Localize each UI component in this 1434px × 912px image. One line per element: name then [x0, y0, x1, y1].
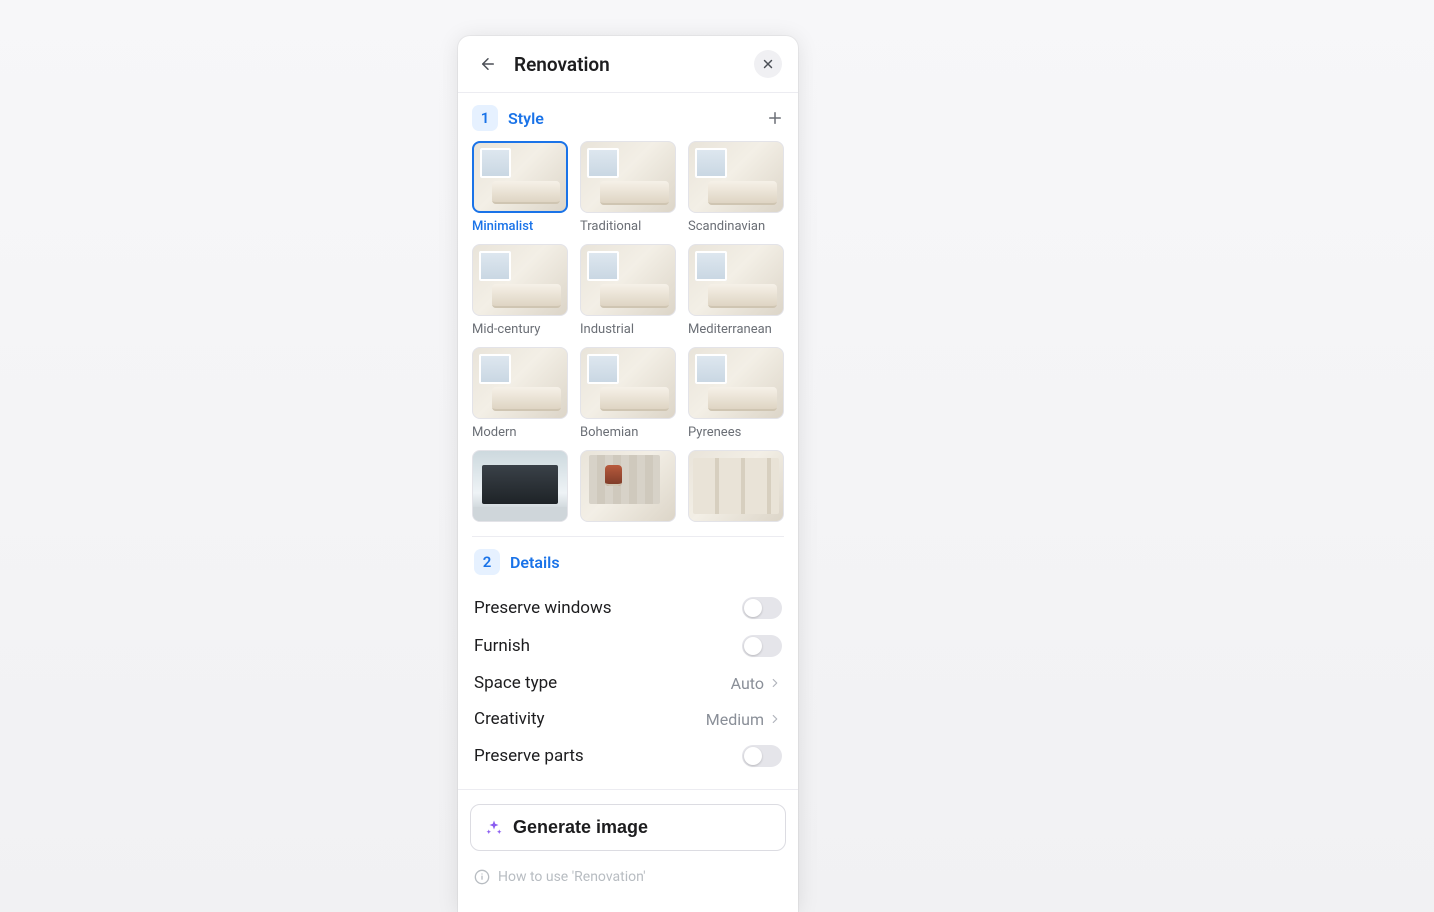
style-label: Modern: [472, 425, 568, 440]
preserve-parts-row: Preserve parts: [474, 737, 782, 775]
space-type-row: Space type Auto: [474, 665, 782, 701]
style-section: 1 Style Minimalist Traditional Scandinavia…: [458, 93, 798, 543]
style-card-pyrenees[interactable]: Pyrenees: [688, 347, 784, 440]
style-thumbnail: [688, 450, 784, 522]
style-thumbnail: [580, 450, 676, 522]
details-section-title: Details: [510, 553, 560, 572]
renovation-panel: Renovation 1 Style Minimalist Traditional…: [458, 36, 798, 912]
style-card-mediterranean[interactable]: Mediterranean: [688, 244, 784, 337]
how-to-use-label: How to use 'Renovation': [498, 869, 646, 885]
panel-header: Renovation: [458, 36, 798, 93]
style-thumbnail: [688, 347, 784, 419]
style-label: Pyrenees: [688, 425, 784, 440]
plus-icon: [766, 109, 784, 127]
furnish-toggle[interactable]: [742, 635, 782, 657]
style-label: Mediterranean: [688, 322, 784, 337]
style-thumbnail: [580, 347, 676, 419]
add-style-button[interactable]: [766, 109, 784, 127]
how-to-use-hint[interactable]: How to use 'Renovation': [458, 859, 798, 885]
style-card-modern[interactable]: Modern: [472, 347, 568, 440]
style-card-bohemian[interactable]: Bohemian: [580, 347, 676, 440]
space-type-value: Auto: [731, 674, 764, 693]
style-card-industrial[interactable]: Industrial: [580, 244, 676, 337]
panel-title: Renovation: [514, 53, 610, 76]
style-card-item-10[interactable]: [580, 450, 676, 528]
details-section: 2 Details Preserve windows Furnish Space…: [458, 543, 798, 790]
close-button[interactable]: [754, 50, 782, 78]
style-label: Mid-century: [472, 322, 568, 337]
style-grid: Minimalist Traditional Scandinavian Mid-cen…: [472, 141, 784, 537]
info-icon: [474, 869, 490, 885]
style-label: Bohemian: [580, 425, 676, 440]
style-card-traditional[interactable]: Traditional: [580, 141, 676, 234]
sparkle-icon: [485, 819, 503, 837]
style-card-item-9[interactable]: [472, 450, 568, 528]
creativity-label: Creativity: [474, 709, 545, 729]
style-thumbnail: [580, 244, 676, 316]
generate-image-button[interactable]: Generate image: [470, 804, 786, 851]
style-card-minimalist[interactable]: Minimalist: [472, 141, 568, 234]
chevron-right-icon: [768, 712, 782, 726]
creativity-value: Medium: [706, 710, 764, 729]
style-section-title: Style: [508, 109, 544, 128]
style-thumbnail: [688, 141, 784, 213]
style-label: Scandinavian: [688, 219, 784, 234]
preserve-windows-row: Preserve windows: [474, 589, 782, 627]
chevron-right-icon: [768, 676, 782, 690]
style-thumbnail: [688, 244, 784, 316]
style-label: Minimalist: [472, 219, 568, 234]
back-button[interactable]: [474, 50, 502, 78]
space-type-select[interactable]: Auto: [731, 674, 782, 693]
style-thumbnail: [472, 244, 568, 316]
arrow-left-icon: [479, 55, 497, 73]
preserve-windows-toggle[interactable]: [742, 597, 782, 619]
furnish-row: Furnish: [474, 627, 782, 665]
creativity-row: Creativity Medium: [474, 701, 782, 737]
preserve-parts-label: Preserve parts: [474, 746, 584, 766]
style-thumbnail: [472, 141, 568, 213]
style-label: Industrial: [580, 322, 676, 337]
preserve-windows-label: Preserve windows: [474, 598, 612, 618]
generate-area: Generate image: [458, 790, 798, 859]
preserve-parts-toggle[interactable]: [742, 745, 782, 767]
style-card-scandinavian[interactable]: Scandinavian: [688, 141, 784, 234]
style-thumbnail: [580, 141, 676, 213]
style-label: Traditional: [580, 219, 676, 234]
furnish-label: Furnish: [474, 636, 530, 656]
step-badge-2: 2: [474, 549, 500, 575]
style-card-mid-century[interactable]: Mid-century: [472, 244, 568, 337]
style-thumbnail: [472, 347, 568, 419]
space-type-label: Space type: [474, 673, 557, 693]
close-icon: [761, 57, 775, 71]
style-card-item-11[interactable]: [688, 450, 784, 528]
creativity-select[interactable]: Medium: [706, 710, 782, 729]
step-badge-1: 1: [472, 105, 498, 131]
generate-image-label: Generate image: [513, 817, 648, 838]
style-thumbnail: [472, 450, 568, 522]
